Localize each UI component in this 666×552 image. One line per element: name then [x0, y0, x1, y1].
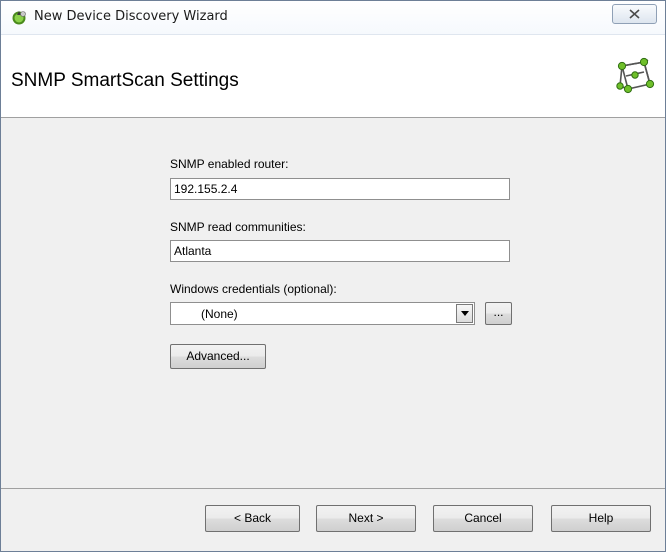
credentials-label: Windows credentials (optional):: [170, 282, 337, 296]
browse-credentials-button[interactable]: ...: [485, 302, 512, 325]
credentials-dropdown[interactable]: (None): [170, 302, 475, 325]
help-button[interactable]: Help: [551, 505, 651, 532]
next-button[interactable]: Next >: [316, 505, 416, 532]
network-cube-icon: [616, 57, 655, 94]
close-icon: [613, 5, 656, 23]
close-button[interactable]: [612, 4, 657, 24]
footer-divider: [1, 488, 665, 489]
cancel-button[interactable]: Cancel: [433, 505, 533, 532]
chevron-down-icon: [461, 311, 469, 316]
window-title: New Device Discovery Wizard: [34, 9, 228, 24]
dropdown-arrow-button[interactable]: [456, 304, 473, 323]
app-icon: [12, 11, 26, 25]
advanced-button[interactable]: Advanced...: [170, 344, 266, 369]
back-button[interactable]: < Back: [205, 505, 300, 532]
communities-input[interactable]: Atlanta: [170, 240, 510, 262]
communities-label: SNMP read communities:: [170, 220, 306, 234]
wizard-header: SNMP SmartScan Settings: [1, 35, 665, 118]
wizard-window: New Device Discovery Wizard SNMP SmartSc…: [0, 0, 666, 552]
router-input[interactable]: 192.155.2.4: [170, 178, 510, 200]
router-label: SNMP enabled router:: [170, 157, 289, 171]
title-bar[interactable]: New Device Discovery Wizard: [1, 1, 665, 35]
page-title: SNMP SmartScan Settings: [11, 70, 239, 91]
credentials-selected: (None): [201, 307, 238, 321]
